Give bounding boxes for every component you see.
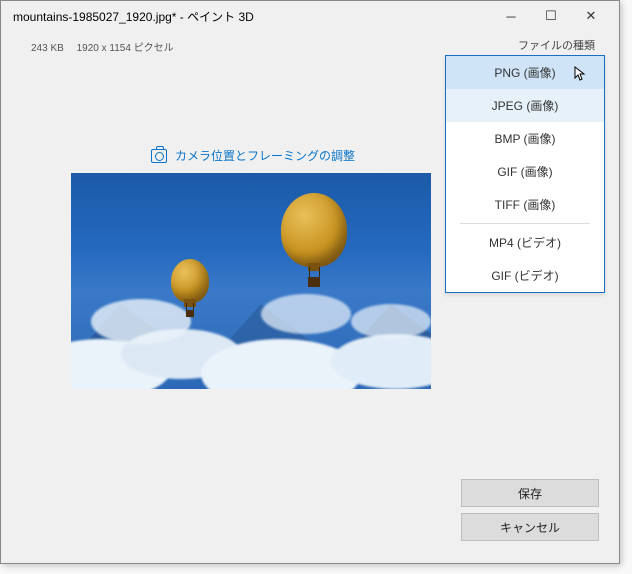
menu-separator [460, 223, 590, 224]
file-size: 243 KB [31, 43, 64, 54]
filetype-option-bmp[interactable]: BMP (画像) [446, 122, 604, 155]
camera-icon [151, 149, 167, 163]
adjust-framing-label: カメラ位置とフレーミングの調整 [175, 147, 355, 164]
cancel-button[interactable]: キャンセル [461, 513, 599, 541]
filetype-option-tiff[interactable]: TIFF (画像) [446, 188, 604, 221]
titlebar: mountains-1985027_1920.jpg* - ペイント 3D ─ … [1, 1, 619, 31]
file-dimensions: 1920 x 1154 ピクセル [77, 43, 174, 54]
balloon-small [171, 259, 209, 303]
filetype-option-mp4[interactable]: MP4 (ビデオ) [446, 226, 604, 259]
filetype-option-png[interactable]: PNG (画像) [446, 56, 604, 89]
minimize-button[interactable]: ─ [491, 2, 531, 30]
window-title: mountains-1985027_1920.jpg* - ペイント 3D [9, 8, 491, 25]
filetype-option-jpeg[interactable]: JPEG (画像) [446, 89, 604, 122]
balloon-large [281, 193, 347, 267]
filetype-option-gifvideo[interactable]: GIF (ビデオ) [446, 259, 604, 292]
save-dialog: mountains-1985027_1920.jpg* - ペイント 3D ─ … [0, 0, 620, 564]
filetype-option-gif[interactable]: GIF (画像) [446, 155, 604, 188]
close-button[interactable]: ✕ [571, 2, 611, 30]
file-meta: 243 KB 1920 x 1154 ピクセル [31, 39, 174, 54]
save-button[interactable]: 保存 [461, 479, 599, 507]
filetype-label: ファイルの種類 [518, 37, 595, 53]
filetype-menu: PNG (画像) JPEG (画像) BMP (画像) GIF (画像) TIF… [445, 55, 605, 293]
maximize-button[interactable]: ☐ [531, 2, 571, 30]
image-preview [71, 173, 431, 389]
adjust-framing-link[interactable]: カメラ位置とフレーミングの調整 [151, 147, 355, 164]
